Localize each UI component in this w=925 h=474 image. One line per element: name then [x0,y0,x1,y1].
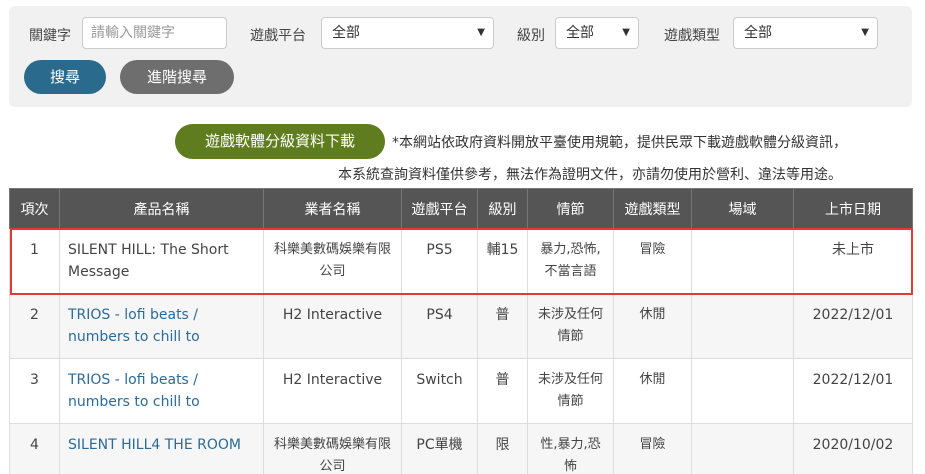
cell-plot: 未涉及任何情節 [527,358,614,424]
results-table: 項次 產品名稱 業者名稱 遊戲平台 級別 情節 遊戲類型 場域 上市日期 1 S… [9,188,913,474]
header-game-type: 遊戲類型 [613,188,692,229]
table-header-row: 項次 產品名稱 業者名稱 遊戲平台 級別 情節 遊戲類型 場域 上市日期 [9,188,913,229]
cell-product-name-link[interactable]: TRIOS - lofi beats / numbers to chill to [59,358,264,424]
header-plot: 情節 [527,188,614,229]
cell-no: 1 [9,228,60,294]
cell-company: 科樂美數碼娛樂有限公司 [263,228,402,294]
cell-platform: PS5 [401,228,478,294]
cell-game-type: 冒險 [613,423,692,474]
keyword-input[interactable] [82,17,227,49]
cell-company: H2 Interactive [263,358,402,424]
table-row[interactable]: 3 TRIOS - lofi beats / numbers to chill … [9,358,913,424]
cell-rating: 普 [477,293,528,359]
keyword-label: 關鍵字 [29,28,71,44]
platform-select-value: 全部 [332,25,360,41]
type-select-value: 全部 [744,25,772,41]
cell-product-name: SILENT HILL: The Short Message [59,228,264,294]
cell-no: 2 [9,293,60,359]
type-label: 遊戲類型 [664,28,720,44]
cell-venue [691,423,794,474]
cell-platform: PC單機 [401,423,478,474]
cell-plot: 暴力,恐怖,不當言語 [527,228,614,294]
platform-select[interactable]: 全部 ▼ [321,17,494,49]
cell-plot: 性,暴力,恐怖 [527,423,614,474]
cell-platform: Switch [401,358,478,424]
cell-rating: 普 [477,358,528,424]
rating-label: 級別 [517,28,545,44]
cell-company: 科樂美數碼娛樂有限公司 [263,423,402,474]
cell-venue [691,293,794,359]
notice-line-1: *本網站依政府資料開放平臺使用規範，提供民眾下載遊戲軟體分級資訊， [392,135,847,151]
cell-release-date: 2020/10/02 [793,423,913,474]
notice-line-2: 本系統查詢資料僅供參考，無法作為證明文件，亦請勿使用於營利、違法等用途。 [338,167,842,183]
cell-venue [691,228,794,294]
header-no: 項次 [9,188,60,229]
chevron-down-icon: ▼ [477,27,485,38]
cell-release-date: 未上市 [793,228,913,294]
type-select[interactable]: 全部 ▼ [733,17,878,49]
table-row[interactable]: 1 SILENT HILL: The Short Message 科樂美數碼娛樂… [9,228,913,294]
advanced-search-button[interactable]: 進階搜尋 [120,60,234,94]
cell-game-type: 休閒 [613,358,692,424]
download-data-button[interactable]: 遊戲軟體分級資料下載 [175,124,385,159]
search-button[interactable]: 搜尋 [24,60,106,94]
table-row[interactable]: 4 SILENT HILL4 THE ROOM 科樂美數碼娛樂有限公司 PC單機… [9,423,913,474]
cell-no: 4 [9,423,60,474]
cell-plot: 未涉及任何情節 [527,293,614,359]
rating-select[interactable]: 全部 ▼ [555,17,639,49]
platform-label: 遊戲平台 [250,28,306,44]
cell-game-type: 休閒 [613,293,692,359]
rating-select-value: 全部 [566,25,594,41]
cell-release-date: 2022/12/01 [793,293,913,359]
cell-company: H2 Interactive [263,293,402,359]
cell-release-date: 2022/12/01 [793,358,913,424]
header-platform: 遊戲平台 [401,188,478,229]
chevron-down-icon: ▼ [861,27,869,38]
cell-rating: 限 [477,423,528,474]
cell-platform: PS4 [401,293,478,359]
header-release-date: 上市日期 [793,188,913,229]
header-product-name: 產品名稱 [59,188,264,229]
cell-venue [691,358,794,424]
header-venue: 場域 [691,188,794,229]
cell-product-name-link[interactable]: TRIOS - lofi beats / numbers to chill to [59,293,264,359]
cell-game-type: 冒險 [613,228,692,294]
cell-no: 3 [9,358,60,424]
table-row[interactable]: 2 TRIOS - lofi beats / numbers to chill … [9,293,913,359]
header-rating: 級別 [477,188,528,229]
cell-rating: 輔15 [477,228,528,294]
header-company: 業者名稱 [263,188,402,229]
chevron-down-icon: ▼ [622,27,630,38]
cell-product-name-link[interactable]: SILENT HILL4 THE ROOM [59,423,264,474]
